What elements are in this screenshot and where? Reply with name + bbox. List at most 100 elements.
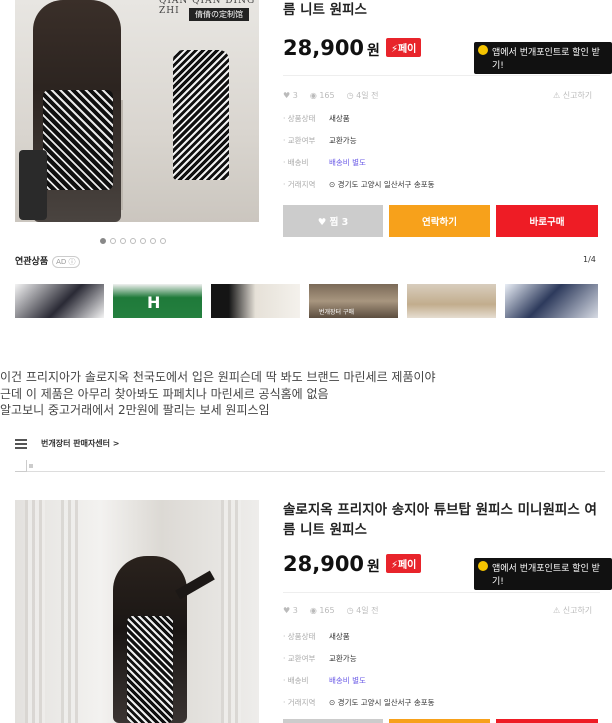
pay-badge: ⚡페이 xyxy=(385,38,422,57)
lightning-icon xyxy=(478,45,488,55)
related-pager: 1/4 xyxy=(583,255,596,264)
info-key: 상품상태 xyxy=(283,626,329,648)
like-count-value: 3 xyxy=(292,91,298,100)
curtain xyxy=(221,500,241,723)
buy-now-button[interactable] xyxy=(496,719,598,723)
thumb-caption: 번개장터 구매 xyxy=(319,309,355,316)
info-row: 거래지역⊙ 경기도 고양시 일산서구 송포동 xyxy=(283,174,435,196)
like-button[interactable]: ♥ 찜 3 xyxy=(283,205,383,237)
like-button[interactable] xyxy=(283,719,383,723)
app-point-banner[interactable]: 앱에서 번개포인트로 할인 받기! xyxy=(474,42,612,74)
app-point-banner[interactable]: 앱에서 번개포인트로 할인 받기! xyxy=(474,558,612,590)
time-ago-value: 4일 전 xyxy=(356,606,379,615)
info-row: 배송비배송비 별도 xyxy=(283,670,435,692)
curtain xyxy=(25,500,45,723)
related-label: 연관상품 xyxy=(15,257,49,267)
product-image[interactable]: QIAN QIAN DING ZHI 倩倩の定制馆 xyxy=(15,0,259,222)
price-block: 28,900 원 ⚡페이 xyxy=(283,36,422,60)
view-count: ◉ 165 xyxy=(309,91,335,100)
view-count-value: 165 xyxy=(319,91,335,100)
related-thumb[interactable]: H xyxy=(113,284,202,318)
carousel-dot[interactable] xyxy=(120,238,126,244)
seller-nav: 번개장터 판매자센터 > xyxy=(15,438,120,449)
info-value: 교환가능 xyxy=(329,136,357,145)
product-stats: ♥ 3 ◉ 165 ◷ 4일 전 xyxy=(283,605,379,616)
search-box-edge xyxy=(15,460,27,472)
pay-badge: ⚡페이 xyxy=(385,554,422,573)
search-icon[interactable] xyxy=(29,464,33,468)
info-key: 교환여부 xyxy=(283,130,329,152)
time-ago: ◷ 4일 전 xyxy=(346,91,379,100)
search-strip xyxy=(15,460,605,472)
location-value: ⊙ 경기도 고양시 일산서구 송포동 xyxy=(329,698,435,707)
ad-badge[interactable]: AD ⓘ xyxy=(52,256,80,268)
post-line: 알고보니 중고거래에서 2만원에 팔리는 보세 원피스임 xyxy=(0,403,270,417)
info-value: 새상품 xyxy=(329,632,350,641)
buy-now-button[interactable]: 바로구매 xyxy=(496,205,598,237)
model-dress xyxy=(43,90,113,190)
info-key: 배송비 xyxy=(283,152,329,174)
thumb-letter: H xyxy=(147,293,161,312)
app-banner-text: 앱에서 번개포인트로 할인 받기! xyxy=(492,48,600,71)
related-thumb[interactable] xyxy=(211,284,300,318)
related-thumb[interactable] xyxy=(15,284,104,318)
product-info: 상품상태새상품 교환여부교환가능 배송비배송비 별도 거래지역⊙ 경기도 고양시… xyxy=(283,626,435,714)
post-body: 이건 프리지아가 솔로지옥 천국도에서 입은 원피슨데 딱 봐도 브랜드 마린세… xyxy=(0,369,436,419)
title-line: 름 니트 원피스 xyxy=(283,522,367,538)
post-line: 이건 프리지아가 솔로지옥 천국도에서 입은 원피슨데 딱 봐도 브랜드 마린세… xyxy=(0,370,436,384)
info-row: 배송비배송비 별도 xyxy=(283,152,435,174)
related-thumb[interactable] xyxy=(407,284,496,318)
price-unit: 원 xyxy=(367,43,380,59)
curtain xyxy=(61,500,81,723)
time-ago-value: 4일 전 xyxy=(356,91,379,100)
divider xyxy=(283,592,600,593)
report-label: 신고하기 xyxy=(562,606,593,615)
product-title: 름 니트 원피스 xyxy=(283,2,367,18)
info-row: 상품상태새상품 xyxy=(283,626,435,648)
price: 28,900 xyxy=(283,36,365,60)
product-info: 상품상태새상품 교환여부교환가능 배송비배송비 별도 거래지역⊙ 경기도 고양시… xyxy=(283,108,435,196)
price: 28,900 xyxy=(283,552,365,576)
info-row: 거래지역⊙ 경기도 고양시 일산서구 송포동 xyxy=(283,692,435,714)
app-banner-text: 앱에서 번개포인트로 할인 받기! xyxy=(492,564,600,587)
title-line: 솔로지옥 프리지아 송지아 튜브탑 원피스 미니원피스 여 xyxy=(283,502,597,518)
info-value: 배송비 별도 xyxy=(329,676,366,685)
related-products-header: 연관상품 AD ⓘ xyxy=(15,254,80,268)
related-thumb[interactable]: 번개장터 구매 xyxy=(309,284,398,318)
price-block: 28,900 원 ⚡페이 xyxy=(283,552,422,576)
carousel-dot[interactable] xyxy=(100,238,106,244)
contact-button[interactable]: 연락하기 xyxy=(389,205,490,237)
report-link[interactable]: ⚠ 신고하기 xyxy=(553,90,592,101)
lightning-icon xyxy=(478,561,488,571)
related-thumb[interactable] xyxy=(505,284,598,318)
info-row: 상품상태새상품 xyxy=(283,108,435,130)
brand-tag: 倩倩の定制馆 xyxy=(189,8,249,21)
suitcase xyxy=(19,150,47,220)
info-value: 새상품 xyxy=(329,114,350,123)
dress-display xyxy=(173,50,229,180)
carousel-dot[interactable] xyxy=(110,238,116,244)
location-text: 경기도 고양시 일산서구 송포동 xyxy=(337,698,435,707)
carousel-dot[interactable] xyxy=(160,238,166,244)
carousel-dots[interactable] xyxy=(100,238,166,244)
like-count: ♥ 3 xyxy=(283,91,298,100)
menu-icon[interactable] xyxy=(15,438,27,449)
view-count-value: 165 xyxy=(319,606,335,615)
time-ago: ◷ 4일 전 xyxy=(346,606,379,615)
carousel-dot[interactable] xyxy=(140,238,146,244)
report-link[interactable]: ⚠ 신고하기 xyxy=(553,605,592,616)
carousel-dot[interactable] xyxy=(150,238,156,244)
carousel-dot[interactable] xyxy=(130,238,136,244)
location-text: 경기도 고양시 일산서구 송포동 xyxy=(337,180,435,189)
info-value: 교환가능 xyxy=(329,654,357,663)
post-line: 근데 이 제품은 아무리 찾아봐도 파페치나 마린세르 공식홈에 없음 xyxy=(0,386,329,401)
like-count: ♥ 3 xyxy=(283,606,298,615)
product-image[interactable] xyxy=(15,500,259,723)
like-count-value: 3 xyxy=(292,606,298,615)
seller-center-link[interactable]: 번개장터 판매자센터 > xyxy=(41,438,120,449)
product-title: 솔로지옥 프리지아 송지아 튜브탑 원피스 미니원피스 여 름 니트 원피스 xyxy=(283,500,601,540)
price-unit: 원 xyxy=(367,559,380,575)
info-key: 교환여부 xyxy=(283,648,329,670)
contact-button[interactable] xyxy=(389,719,490,723)
product-stats: ♥ 3 ◉ 165 ◷ 4일 전 xyxy=(283,90,379,101)
